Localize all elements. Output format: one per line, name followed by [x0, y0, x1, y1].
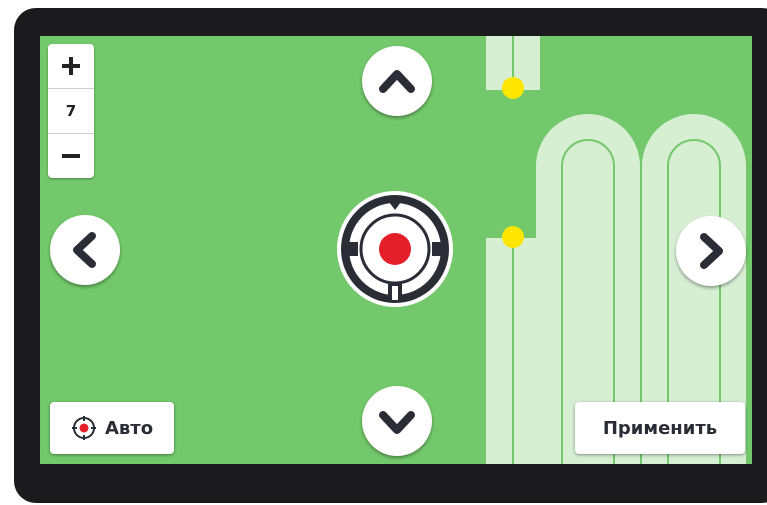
waypoint-marker[interactable]	[502, 226, 524, 248]
zoom-control: 7	[48, 44, 94, 178]
plus-icon	[62, 57, 80, 75]
apply-button[interactable]: Применить	[575, 402, 745, 454]
chevron-right-icon	[700, 233, 723, 269]
pan-left-button[interactable]	[50, 215, 120, 285]
apply-button-label: Применить	[602, 417, 718, 439]
zoom-level: 7	[48, 89, 94, 134]
crosshair-icon	[337, 191, 453, 307]
pan-right-button[interactable]	[676, 216, 746, 286]
chevron-down-icon	[379, 411, 415, 434]
auto-button[interactable]: Авто	[50, 402, 174, 454]
minus-icon	[62, 154, 80, 158]
pan-down-button[interactable]	[362, 386, 432, 456]
pan-up-button[interactable]	[362, 46, 432, 116]
auto-button-label: Авто	[104, 417, 154, 439]
zoom-out-button[interactable]	[48, 134, 94, 178]
zoom-in-button[interactable]	[48, 44, 94, 89]
chevron-up-icon	[379, 70, 415, 93]
target-icon	[71, 416, 96, 440]
chevron-left-icon	[73, 232, 96, 268]
waypoint-marker[interactable]	[502, 77, 524, 99]
